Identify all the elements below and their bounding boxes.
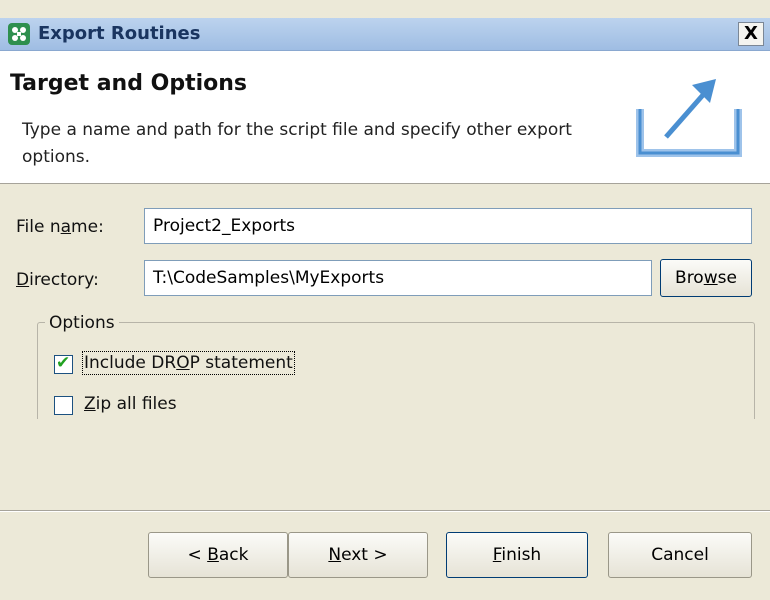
options-legend: Options (45, 313, 119, 333)
checkmark-icon: ✔ (56, 353, 71, 373)
close-icon: X (744, 23, 758, 44)
header-banner: Target and Options Type a name and path … (0, 51, 770, 184)
app-logo-icon (8, 23, 30, 45)
export-arrow-icon (636, 79, 742, 157)
file-name-label: File name: (16, 217, 104, 237)
zip-all-checkbox[interactable] (54, 396, 73, 415)
cancel-button[interactable]: Cancel (608, 532, 752, 578)
close-button[interactable]: X (738, 22, 764, 46)
window-title: Export Routines (38, 23, 201, 44)
export-routines-dialog: Export Routines X Target and Options Typ… (0, 0, 770, 600)
zip-all-label[interactable]: Zip all files (84, 394, 177, 414)
browse-button[interactable]: Browse (660, 259, 752, 297)
next-button[interactable]: Next > (288, 532, 428, 578)
back-button[interactable]: < Back (148, 532, 288, 578)
footer-separator (0, 510, 770, 512)
include-drop-label[interactable]: Include DROP statement (82, 351, 295, 375)
page-description: Type a name and path for the script file… (22, 120, 572, 167)
title-bar[interactable]: Export Routines X (0, 18, 770, 51)
file-name-input[interactable]: Project2_Exports (144, 208, 752, 244)
directory-input[interactable]: T:\CodeSamples\MyExports (144, 260, 652, 296)
include-drop-checkbox[interactable]: ✔ (54, 353, 73, 374)
directory-label: Directory: (16, 270, 99, 290)
page-title: Target and Options (10, 71, 248, 96)
finish-button[interactable]: Finish (446, 532, 588, 578)
